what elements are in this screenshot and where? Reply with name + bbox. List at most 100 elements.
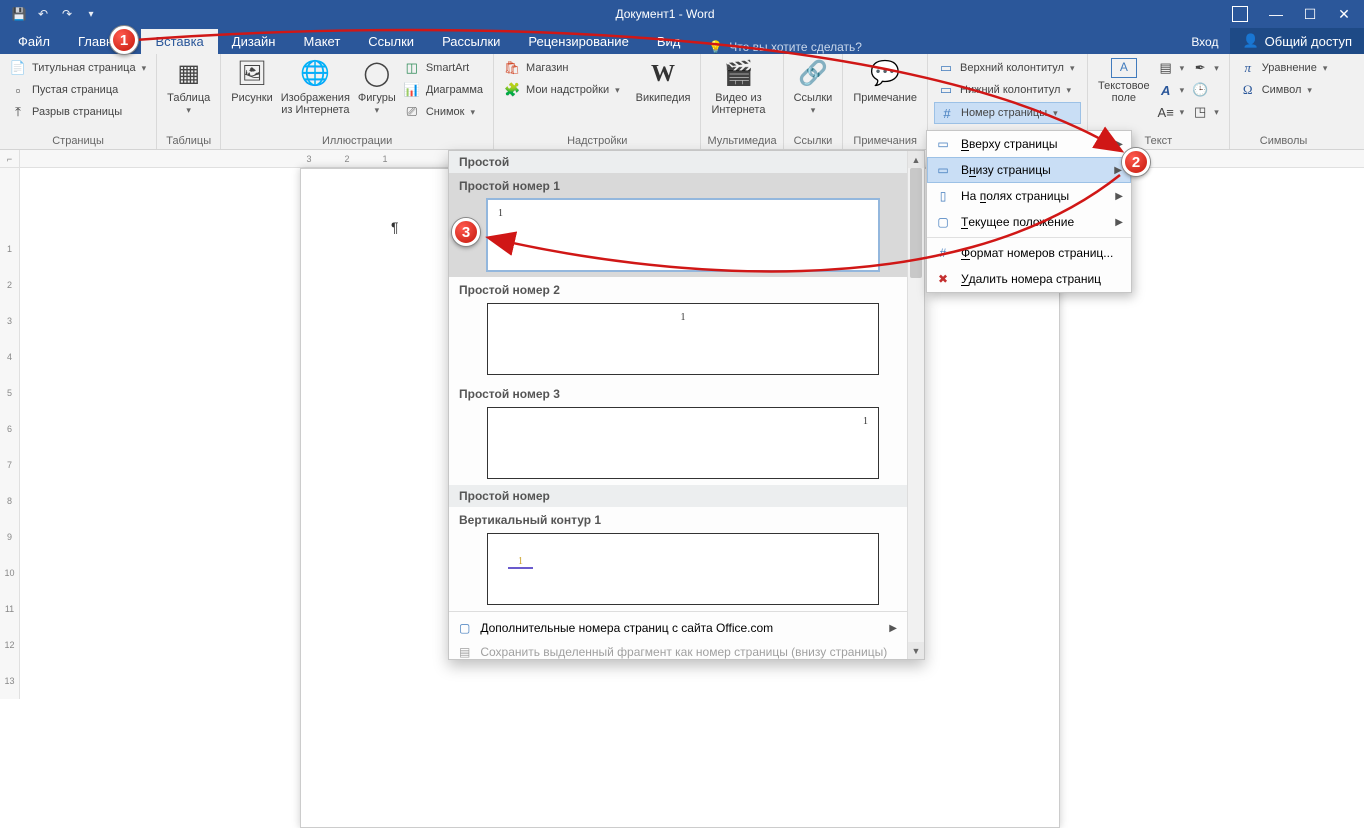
blank-page-button[interactable]: ▫Пустая страница	[6, 80, 150, 100]
footer-button[interactable]: ▭Нижний колонтитул	[934, 80, 1081, 100]
gallery-item-vertical-1[interactable]: Вертикальный контур 1 1	[449, 507, 907, 611]
pictures-button[interactable]: 🖼Рисунки	[227, 56, 277, 106]
submenu-arrow-icon: ▶	[1115, 191, 1123, 202]
tab-review[interactable]: Рецензирование	[514, 29, 642, 54]
menu-top-of-page[interactable]: ▭ Вверху страницы ▶	[927, 131, 1131, 157]
my-addins-button[interactable]: 🧩Мои надстройки	[500, 80, 624, 100]
submenu-arrow-icon: ▶	[1115, 139, 1123, 150]
page-break-button[interactable]: ⤒Разрыв страницы	[6, 102, 150, 122]
menu-page-margins[interactable]: ▯ На полях страницы ▶	[927, 183, 1131, 209]
table-button[interactable]: ▦ Таблица▾	[163, 56, 214, 118]
qat-customize-icon[interactable]: ▾	[80, 3, 102, 25]
header-button[interactable]: ▭Верхний колонтитул	[934, 58, 1081, 78]
gallery-save-selection: ▤ Сохранить выделенный фрагмент как номе…	[449, 640, 907, 659]
tab-layout[interactable]: Макет	[289, 29, 354, 54]
vertical-ruler[interactable]: 12345678910111213	[0, 168, 20, 699]
tab-mailings[interactable]: Рассылки	[428, 29, 514, 54]
group-addins: 🛍Магазин 🧩Мои надстройки WВикипедия Надс…	[494, 54, 701, 149]
datetime-icon: 🕒	[1192, 82, 1208, 98]
page-number-gallery: Простой Простой номер 1 1 Простой номер …	[448, 150, 925, 660]
menu-bottom-of-page[interactable]: ▭ Внизу страницы ▶	[927, 157, 1131, 183]
menu-format-page-numbers[interactable]: # Формат номеров страниц...	[927, 240, 1131, 266]
menu-remove-page-numbers[interactable]: ✖ Удалить номера страниц	[927, 266, 1131, 292]
minimize-icon[interactable]: —	[1262, 4, 1290, 24]
wikipedia-button[interactable]: WВикипедия	[632, 56, 695, 106]
dropcap-button[interactable]: A≡▾	[1154, 102, 1189, 122]
tab-design[interactable]: Дизайн	[218, 29, 290, 54]
symbol-button[interactable]: ΩСимвол	[1236, 80, 1332, 100]
title-page-button[interactable]: 📄Титульная страница	[6, 58, 150, 78]
links-button[interactable]: 🔗Ссылки▾	[790, 56, 837, 118]
screenshot-button[interactable]: ⎚Снимок	[400, 102, 487, 122]
lightbulb-icon: 💡	[708, 40, 723, 54]
save-icon[interactable]: 💾	[8, 3, 30, 25]
tab-view[interactable]: Вид	[643, 29, 695, 54]
video-icon: 🎬	[722, 58, 754, 90]
page-break-icon: ⤒	[10, 104, 26, 120]
link-icon: 🔗	[797, 58, 829, 90]
tab-insert[interactable]: Вставка	[141, 29, 217, 54]
comment-button[interactable]: 💬Примечание	[849, 56, 921, 106]
textbox-button[interactable]: AТекстовое поле	[1094, 56, 1154, 106]
share-button[interactable]: 👤 Общий доступ	[1230, 28, 1364, 54]
gallery-more-office[interactable]: ▢ Дополнительные номера страниц с сайта …	[449, 616, 907, 640]
tab-references[interactable]: Ссылки	[354, 29, 428, 54]
addins-icon: 🧩	[504, 82, 520, 98]
pilcrow-mark: ¶	[391, 219, 399, 235]
menu-current-position[interactable]: ▢ Текущее положение ▶	[927, 209, 1131, 235]
signature-icon: ✒	[1192, 60, 1208, 76]
dropcap-icon: A≡	[1158, 104, 1174, 120]
page-number-icon: #	[939, 105, 955, 121]
tab-file[interactable]: Файл	[4, 29, 64, 54]
undo-icon[interactable]: ↶	[32, 3, 54, 25]
signature-button[interactable]: ✒▾	[1188, 58, 1223, 78]
window-controls: — ☐ ✕	[1228, 4, 1364, 24]
page-top-icon: ▭	[935, 136, 951, 152]
group-pages-label: Страницы	[6, 135, 150, 149]
page-number-button[interactable]: #Номер страницы	[934, 102, 1081, 124]
comment-icon: 💬	[869, 58, 901, 90]
current-position-icon: ▢	[935, 214, 951, 230]
header-icon: ▭	[938, 60, 954, 76]
pictures-icon: 🖼	[236, 58, 268, 90]
footer-icon: ▭	[938, 82, 954, 98]
gallery-item-simple-2[interactable]: Простой номер 2 1	[449, 277, 907, 381]
ribbon: 📄Титульная страница ▫Пустая страница ⤒Ра…	[0, 54, 1364, 150]
wordart-button[interactable]: A▾	[1154, 80, 1189, 100]
chart-button[interactable]: 📊Диаграмма	[400, 80, 487, 100]
gallery-item-simple-1[interactable]: Простой номер 1 1	[449, 173, 907, 277]
symbol-icon: Ω	[1240, 82, 1256, 98]
office-icon: ▢	[459, 621, 470, 635]
ribbon-options-icon[interactable]	[1228, 4, 1256, 24]
table-icon: ▦	[173, 58, 205, 90]
scroll-up-icon[interactable]: ▲	[908, 151, 924, 168]
tell-me-placeholder: Что вы хотите сделать?	[729, 40, 862, 54]
equation-button[interactable]: πУравнение	[1236, 58, 1332, 78]
online-pictures-button[interactable]: 🌐Изображения из Интернета	[277, 56, 354, 118]
online-video-button[interactable]: 🎬Видео из Интернета	[707, 56, 769, 118]
object-icon: ◳	[1192, 104, 1208, 120]
object-button[interactable]: ◳▾	[1188, 102, 1223, 122]
window-title: Документ1 - Word	[102, 7, 1228, 21]
page-bottom-icon: ▭	[935, 162, 951, 178]
sign-in-button[interactable]: Вход	[1179, 30, 1230, 54]
close-icon[interactable]: ✕	[1330, 4, 1358, 24]
redo-icon[interactable]: ↷	[56, 3, 78, 25]
gallery-category-simple-number: Простой номер	[449, 485, 907, 507]
group-addins-label: Надстройки	[500, 135, 694, 149]
chart-icon: 📊	[404, 82, 420, 98]
ruler-corner[interactable]: ⌐	[0, 150, 20, 168]
scroll-down-icon[interactable]: ▼	[908, 642, 924, 659]
gallery-scrollbar[interactable]: ▲ ▼	[907, 151, 924, 659]
quickparts-icon: ▤	[1158, 60, 1174, 76]
scroll-thumb[interactable]	[910, 168, 922, 278]
maximize-icon[interactable]: ☐	[1296, 4, 1324, 24]
shapes-button[interactable]: ◯Фигуры▾	[354, 56, 400, 118]
quickparts-button[interactable]: ▤▾	[1154, 58, 1189, 78]
gallery-item-simple-3[interactable]: Простой номер 3 1	[449, 381, 907, 485]
tell-me-search[interactable]: 💡 Что вы хотите сделать?	[708, 40, 862, 54]
store-button[interactable]: 🛍Магазин	[500, 58, 624, 78]
smartart-button[interactable]: ◫SmartArt	[400, 58, 487, 78]
group-symbols: πУравнение ΩСимвол Символы	[1230, 54, 1338, 149]
datetime-button[interactable]: 🕒	[1188, 80, 1223, 100]
